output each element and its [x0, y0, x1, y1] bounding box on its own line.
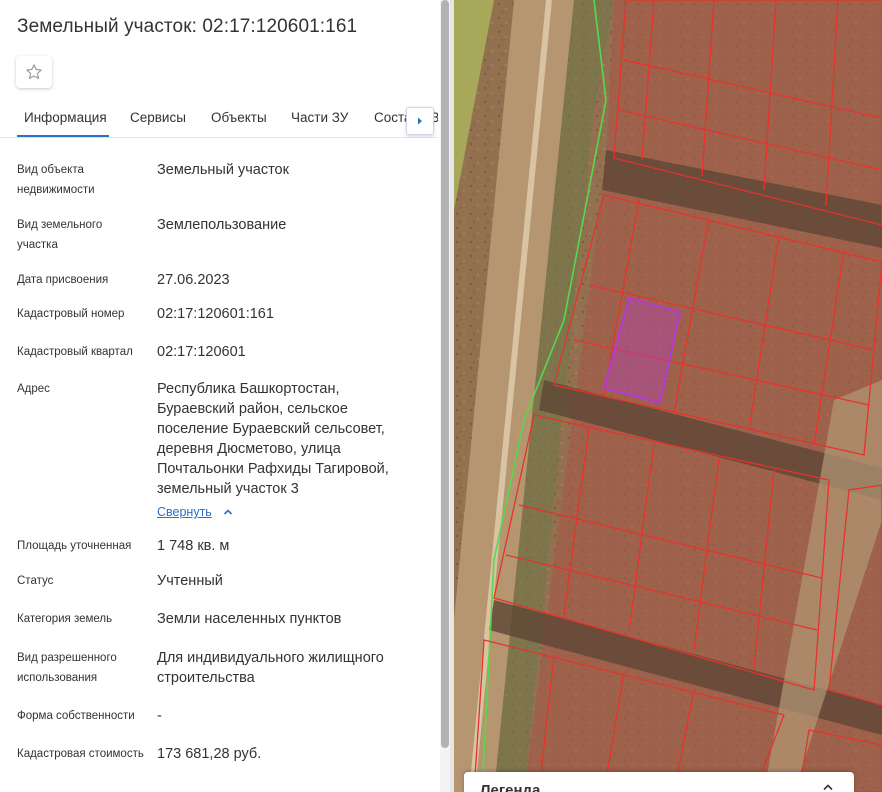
- address-collapse-link[interactable]: Свернуть: [157, 503, 212, 521]
- info-value: 02:17:120601:161: [157, 306, 274, 322]
- info-label: Форма собственности: [17, 710, 135, 722]
- info-value: 02:17:120601: [157, 344, 246, 360]
- star-outline-icon: [26, 64, 42, 79]
- favorite-button[interactable]: [16, 56, 52, 88]
- info-label: Площадь уточненная: [17, 540, 132, 552]
- legend-panel[interactable]: Легенда: [464, 772, 854, 792]
- map-view[interactable]: [454, 0, 882, 792]
- tab-services[interactable]: Сервисы: [130, 100, 186, 137]
- tabs-scroll-right-button[interactable]: [406, 107, 434, 135]
- satellite-map[interactable]: [454, 0, 882, 792]
- info-value: 1 748 кв. м: [157, 538, 230, 554]
- info-label: Кадастровая стоимость: [17, 748, 144, 760]
- page-title: Земельный участок: 02:17:120601:161: [17, 16, 358, 37]
- info-value: Учтенный: [157, 573, 223, 589]
- info-label: Адрес: [17, 383, 50, 395]
- address-value: Республика Башкортостан, Бураевский райо…: [157, 381, 389, 497]
- info-label: Вид земельного участка: [17, 219, 103, 251]
- info-value: Для индивидуального жилищного строительс…: [157, 650, 384, 686]
- info-panel: Земельный участок: 02:17:120601:161 Инфо…: [0, 0, 450, 792]
- info-value: -: [157, 708, 162, 724]
- tab-information[interactable]: Информация: [17, 100, 109, 137]
- info-value: Землепользование: [157, 217, 287, 233]
- info-value: Земли населенных пунктов: [157, 611, 342, 627]
- info-label: Дата присвоения: [17, 274, 109, 286]
- info-label: Категория земель: [17, 613, 113, 625]
- info-label: Статус: [17, 575, 54, 587]
- info-value: Земельный участок: [157, 162, 289, 178]
- tab-bar: Информация Сервисы Объекты Части ЗУ Сост…: [0, 100, 438, 138]
- chevron-up-icon[interactable]: [822, 781, 834, 792]
- panel-scrollbar-thumb[interactable]: [441, 0, 449, 748]
- info-label: Кадастровый квартал: [17, 346, 133, 358]
- info-label: Вид разрешенного использования: [17, 652, 117, 684]
- chevron-up-icon[interactable]: [222, 506, 234, 518]
- tab-parcel-parts[interactable]: Части ЗУ: [291, 100, 348, 137]
- info-value: 173 681,28 руб.: [157, 746, 262, 762]
- legend-title: Легенда: [480, 782, 541, 792]
- tab-objects[interactable]: Объекты: [211, 100, 267, 137]
- info-label: Кадастровый номер: [17, 308, 125, 320]
- info-value: 27.06.2023: [157, 272, 230, 288]
- info-label: Вид объекта недвижимости: [17, 164, 95, 196]
- chevron-right-icon: [418, 117, 422, 125]
